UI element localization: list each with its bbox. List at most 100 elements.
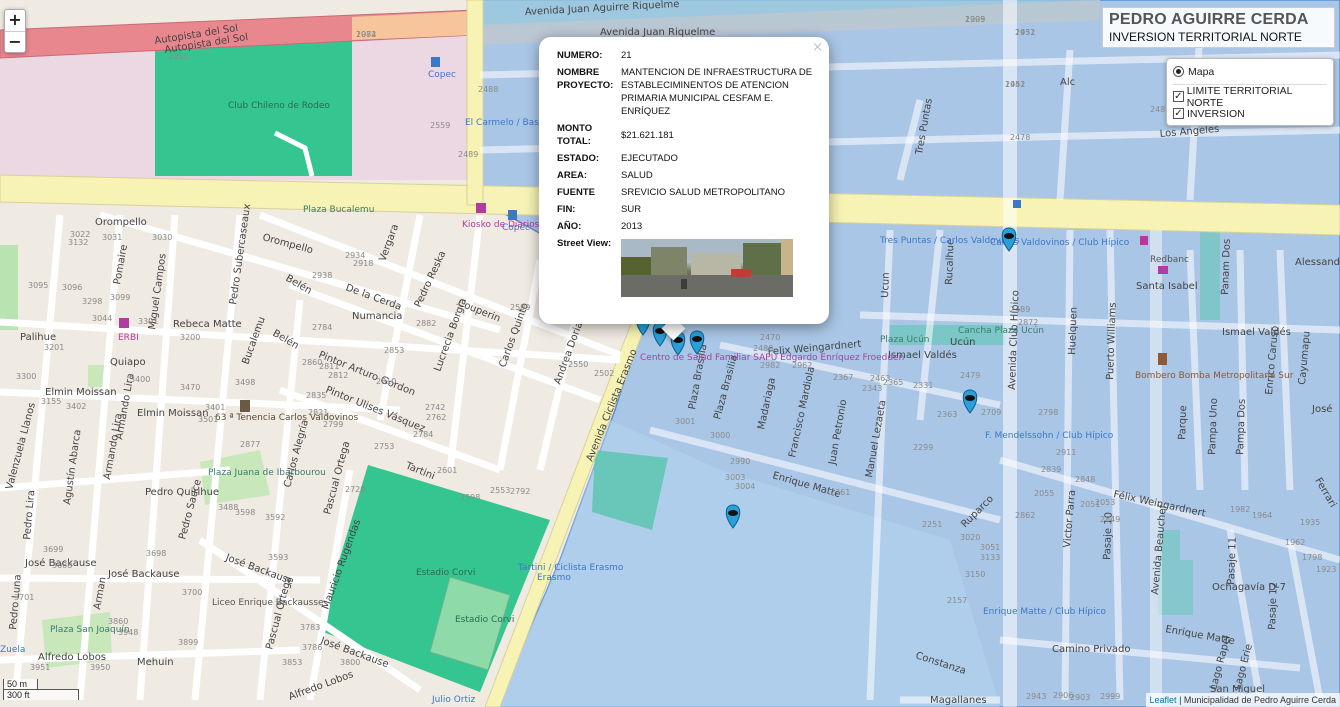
house-number: 1931	[1015, 28, 1035, 37]
house-number: 2343	[862, 384, 882, 393]
leaflet-link[interactable]: Leaflet	[1150, 695, 1177, 705]
popup-value: SALUD	[621, 170, 653, 181]
popup-value: 2013	[621, 221, 643, 232]
house-number: 2812	[328, 371, 348, 380]
house-number: 3133	[980, 553, 1000, 562]
base-layer-mapa[interactable]: Mapa	[1173, 63, 1327, 80]
overlay-label: LIMITE TERRITORIAL NORTE	[1186, 84, 1293, 109]
base-layer-label: Mapa	[1188, 65, 1215, 78]
vertical-trunk-road	[466, 0, 484, 206]
street-view-image[interactable]	[621, 239, 793, 297]
bus-stop-icon	[1013, 200, 1021, 208]
house-number: 3783	[300, 623, 320, 632]
place-label: Cancha Plaza Ucún	[958, 326, 1044, 336]
zoom-in-button[interactable]: +	[5, 10, 25, 31]
house-number: 2478	[1010, 133, 1030, 142]
overlay-label: INVERSION	[1187, 107, 1245, 120]
street-label: Quiapo	[110, 357, 146, 368]
radio-selected-icon[interactable]	[1173, 66, 1184, 77]
zoom-out-button[interactable]: −	[5, 31, 25, 52]
overlay-green-strip	[1200, 230, 1220, 320]
overlay-limite-territorial[interactable]: ✓ LIMITE TERRITORIAL NORTE	[1173, 85, 1327, 109]
house-number: 2463	[870, 374, 890, 383]
house-number: 2055	[1034, 489, 1054, 498]
popup-row-monto: MONTO TOTAL: $21.621.181	[557, 122, 815, 148]
close-icon[interactable]: ×	[812, 40, 823, 55]
house-number: 1798	[1302, 553, 1322, 562]
street-label: Alessandri	[1295, 257, 1340, 268]
house-number: 3401	[205, 403, 225, 412]
popup-label: Street View:	[557, 238, 612, 249]
park-left	[0, 245, 18, 330]
house-number: 2882	[416, 319, 436, 328]
house-number: 2853	[384, 346, 404, 355]
popup-value: SREVICIO SALUD METROPOLITANO	[621, 187, 785, 198]
house-number: 2938	[312, 271, 332, 280]
street-label: Alc	[1060, 77, 1075, 88]
street-label: Pedro Quirihue	[145, 487, 219, 498]
house-number: 3150	[965, 570, 985, 579]
checkbox-checked-icon[interactable]: ✓	[1173, 91, 1184, 102]
popup-row-estado: ESTADO: EJECUTADO	[557, 152, 815, 165]
house-number: 3099	[110, 293, 130, 302]
house-number: 2598	[460, 493, 480, 502]
house-number: 2489	[1010, 305, 1030, 314]
place-label: Copec	[428, 70, 456, 80]
popup-row-fin: FIN: SUR	[557, 203, 815, 216]
zoom-control: + −	[4, 9, 26, 53]
house-number: 2553	[490, 486, 510, 495]
popup-label: NUMERO:	[557, 50, 603, 61]
popup-row-fuente: FUENTE SREVICIO SALUD METROPOLITANO	[557, 186, 815, 199]
house-number: 2784	[413, 430, 433, 439]
popup-value: SUR	[621, 204, 642, 215]
house-number: 2753	[374, 442, 394, 451]
house-number: 2799	[323, 420, 343, 429]
map-title: PEDRO AGUIRRE CERDA	[1109, 11, 1309, 28]
house-number: 2849	[1100, 515, 1120, 524]
house-number: 2599	[510, 303, 530, 312]
house-number: 3095	[28, 281, 48, 290]
house-number: 2982	[760, 361, 780, 370]
popup-label: FUENTE	[557, 187, 595, 198]
house-number: 2299	[913, 443, 933, 452]
house-number: 3001	[675, 417, 695, 426]
checkbox-checked-icon[interactable]: ✓	[1173, 108, 1184, 119]
place-label: Julio Ortiz	[431, 695, 476, 705]
house-number: 2559	[430, 121, 450, 130]
street-label: Pasaje 11	[1226, 537, 1239, 585]
house-number: 3031	[102, 233, 122, 242]
street-label: Mehuin	[137, 657, 174, 668]
house-number: 2811	[319, 362, 339, 371]
place-label: Zuela	[0, 645, 25, 655]
house-number: 2903	[1070, 693, 1090, 702]
house-number: 2729	[345, 485, 365, 494]
house-number: 3470	[180, 383, 200, 392]
house-number: 2361	[830, 488, 850, 497]
popup-row-area: AREA: SALUD	[557, 169, 815, 182]
map-title-box: PEDRO AGUIRRE CERDA INVERSION TERRITORIA…	[1102, 7, 1335, 48]
house-number: 1982	[1230, 505, 1250, 514]
house-number: 2489	[458, 150, 478, 159]
house-number: 3400	[130, 375, 150, 384]
popup-value: EJECUTADO	[621, 153, 678, 164]
street-label: Palihue	[20, 332, 56, 343]
street-label: Huelquen	[1067, 307, 1080, 355]
house-number: 2839	[1041, 465, 1061, 474]
beauchef-road	[1150, 230, 1162, 707]
street-label: Ochagavía D-7	[1212, 581, 1286, 593]
house-number: 3301	[138, 317, 158, 326]
house-number: 2051	[1080, 500, 1100, 509]
popup-value: 21	[621, 50, 632, 61]
house-number: 2784	[312, 323, 332, 332]
shop-icon	[119, 318, 129, 328]
street-label: Panam Dos	[1220, 239, 1233, 295]
house-number: 3948	[118, 628, 138, 637]
house-number: 3020	[960, 533, 980, 542]
fire-station-icon	[1158, 353, 1167, 365]
house-number: 3501	[198, 415, 218, 424]
house-number: 3088	[52, 561, 72, 570]
street-label: Pampa Uno	[1207, 398, 1220, 455]
map-subtitle: INVERSION TERRITORIAL NORTE	[1109, 30, 1302, 44]
house-number: 3000	[710, 431, 730, 440]
popup-label: AÑO:	[557, 221, 582, 232]
